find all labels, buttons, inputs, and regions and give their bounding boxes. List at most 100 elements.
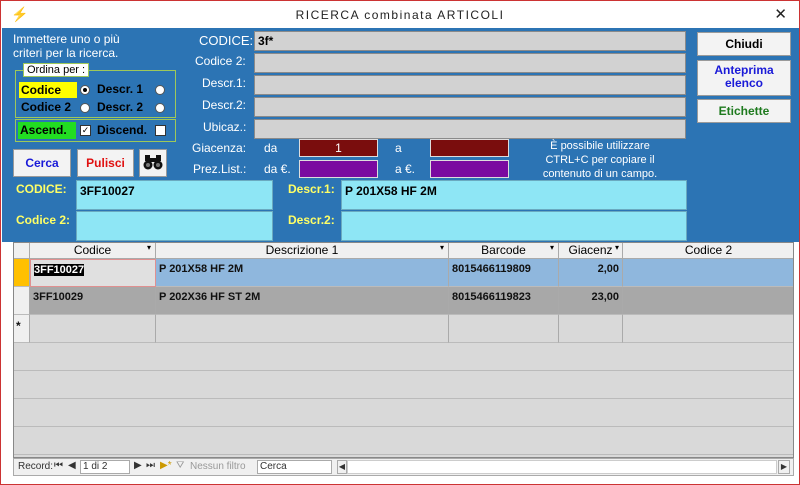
row-selector[interactable] bbox=[14, 287, 30, 315]
scroll-left-icon[interactable]: ◀ bbox=[337, 460, 347, 474]
asc-checkbox[interactable]: ✓ bbox=[80, 125, 91, 136]
table-cell-barcode[interactable]: 8015466119823 bbox=[449, 287, 559, 315]
new-record-icon[interactable]: ▶* bbox=[160, 460, 172, 471]
search-codice2-label: Codice 2: bbox=[195, 54, 246, 68]
search-descr2-label: Descr.2: bbox=[202, 98, 247, 112]
table-cell-empty[interactable] bbox=[623, 315, 793, 343]
preview-list-label-2: elenco bbox=[724, 76, 763, 90]
table-cell-barcode[interactable]: 8015466119809 bbox=[449, 259, 559, 287]
search-descr1-input[interactable] bbox=[254, 75, 686, 95]
order-descr1-label: Descr. 1 bbox=[97, 82, 144, 96]
detail-codice-value[interactable]: 3FF10027 bbox=[76, 180, 273, 210]
detail-codice-label: CODICE: bbox=[16, 182, 67, 196]
header-giacenza-label: Giacenz bbox=[568, 243, 613, 257]
table-cell-codice[interactable]: 3FF10029 bbox=[30, 287, 156, 315]
scroll-right-icon[interactable]: ▶ bbox=[778, 460, 790, 474]
close-button[interactable]: Chiudi bbox=[697, 32, 791, 56]
table-cell-codice2[interactable] bbox=[623, 287, 793, 315]
detail-codice2-value[interactable] bbox=[76, 211, 273, 241]
search-button[interactable]: Cerca bbox=[13, 149, 71, 177]
prezlist-to-input[interactable] bbox=[430, 160, 509, 178]
header-codice-label: Codice bbox=[73, 243, 112, 257]
search-ubicaz-input[interactable] bbox=[254, 119, 686, 139]
prezlist-label: Prez.List.: bbox=[193, 162, 247, 176]
giacenza-from-input[interactable]: 1 bbox=[299, 139, 378, 157]
order-codice-radio[interactable] bbox=[80, 85, 90, 95]
labels-button[interactable]: Etichette bbox=[697, 99, 791, 123]
search-descr1-label: Descr.1: bbox=[202, 76, 247, 90]
copy-hint: È possibile utilizzare CTRL+C per copiar… bbox=[516, 139, 684, 181]
filter-status[interactable]: Nessun filtro bbox=[190, 461, 246, 472]
giacenza-label: Giacenza: bbox=[192, 141, 247, 155]
order-codice2-radio[interactable] bbox=[80, 103, 90, 113]
search-codice-label: CODICE: bbox=[199, 33, 254, 48]
new-row-marker[interactable]: * bbox=[14, 315, 30, 343]
table-cell-empty[interactable] bbox=[559, 315, 623, 343]
table-cell-empty[interactable] bbox=[30, 315, 156, 343]
header-codice2[interactable]: Codice 2 bbox=[623, 243, 793, 259]
header-descrizione-label: Descrizione 1 bbox=[265, 243, 339, 257]
cell-codice-text: 3FF10027 bbox=[34, 264, 85, 276]
table-cell-giacenza[interactable]: 23,00 bbox=[559, 287, 623, 315]
header-codice2-label: Codice 2 bbox=[684, 243, 733, 257]
header-descrizione[interactable]: Descrizione 1 ▾ bbox=[156, 243, 449, 259]
dropdown-icon: ▾ bbox=[614, 243, 619, 252]
table-cell-giacenza[interactable]: 2,00 bbox=[559, 259, 623, 287]
clear-button[interactable]: Pulisci bbox=[77, 149, 134, 177]
detail-descr1-value[interactable]: P 201X58 HF 2M bbox=[341, 180, 687, 210]
table-cell-empty[interactable] bbox=[156, 315, 449, 343]
header-barcode[interactable]: Barcode ▾ bbox=[449, 243, 559, 259]
giacenza-to-input[interactable] bbox=[430, 139, 509, 157]
table-cell-empty[interactable] bbox=[449, 315, 559, 343]
asc-label: Ascend. bbox=[18, 122, 76, 139]
search-window: ⚡ RICERCA combinata ARTICOLI ✕ Immettere… bbox=[0, 0, 800, 485]
row-selector-current[interactable] bbox=[14, 259, 30, 287]
intro-text-2: criteri per la ricerca. bbox=[13, 46, 119, 60]
last-record-icon[interactable]: ⏭ bbox=[146, 460, 155, 471]
grid-empty-area bbox=[14, 343, 793, 457]
search-descr2-input[interactable] bbox=[254, 97, 686, 117]
table-cell-codice[interactable]: 3FF10027 bbox=[30, 259, 156, 287]
prev-record-icon[interactable]: ◀ bbox=[68, 460, 76, 471]
search-codice-input[interactable]: 3f* bbox=[254, 31, 686, 51]
preview-list-button[interactable]: Anteprima elenco bbox=[697, 60, 791, 96]
search-codice2-input[interactable] bbox=[254, 53, 686, 73]
giacenza-a-label: a bbox=[395, 141, 402, 155]
prezlist-from-input[interactable] bbox=[299, 160, 378, 178]
next-record-icon[interactable]: ▶ bbox=[134, 460, 142, 471]
copy-hint-line3: contenuto di un campo. bbox=[542, 168, 658, 180]
detail-descr2-value[interactable] bbox=[341, 211, 687, 241]
table-cell-codice2[interactable] bbox=[623, 259, 793, 287]
detail-descr1-label: Descr.1: bbox=[288, 182, 335, 196]
copy-hint-line1: È possibile utilizzare bbox=[550, 140, 650, 152]
close-icon[interactable]: ✕ bbox=[774, 5, 787, 23]
order-legend: Ordina per : bbox=[23, 63, 90, 77]
find-button[interactable] bbox=[139, 149, 167, 177]
header-codice[interactable]: Codice ▾ bbox=[30, 243, 156, 259]
filter-icon[interactable]: ⛛ bbox=[176, 460, 184, 471]
dropdown-icon: ▾ bbox=[146, 243, 151, 252]
copy-hint-line2: CTRL+C per copiare il bbox=[545, 154, 655, 166]
table-cell-descr[interactable]: P 202X36 HF ST 2M bbox=[156, 287, 449, 315]
table-cell-descr[interactable]: P 201X58 HF 2M bbox=[156, 259, 449, 287]
window-title: RICERCA combinata ARTICOLI bbox=[295, 8, 505, 22]
intro-text-1: Immettere uno o più bbox=[13, 32, 120, 46]
search-panel: Immettere uno o più criteri per la ricer… bbox=[2, 28, 799, 242]
order-descr2-label: Descr. 2 bbox=[97, 100, 144, 114]
binoculars-icon bbox=[143, 155, 163, 174]
first-record-icon[interactable]: ⏮ bbox=[54, 460, 63, 471]
prezlist-da-label: da €. bbox=[264, 162, 291, 176]
order-codice-label: Codice bbox=[19, 82, 77, 98]
detail-codice2-label: Codice 2: bbox=[16, 213, 71, 227]
header-barcode-label: Barcode bbox=[481, 243, 526, 257]
order-descr2-radio[interactable] bbox=[155, 103, 165, 113]
desc-checkbox[interactable] bbox=[155, 125, 166, 136]
horizontal-scrollbar[interactable] bbox=[347, 460, 777, 474]
navbar-search-input[interactable]: Cerca bbox=[257, 460, 332, 474]
order-codice2-label: Codice 2 bbox=[21, 100, 72, 114]
prezlist-a-label: a €. bbox=[395, 162, 416, 176]
record-position-input[interactable]: 1 di 2 bbox=[80, 460, 130, 474]
order-descr1-radio[interactable] bbox=[155, 85, 165, 95]
header-giacenza[interactable]: Giacenz ▾ bbox=[559, 243, 623, 259]
grid-select-all[interactable] bbox=[14, 243, 30, 259]
